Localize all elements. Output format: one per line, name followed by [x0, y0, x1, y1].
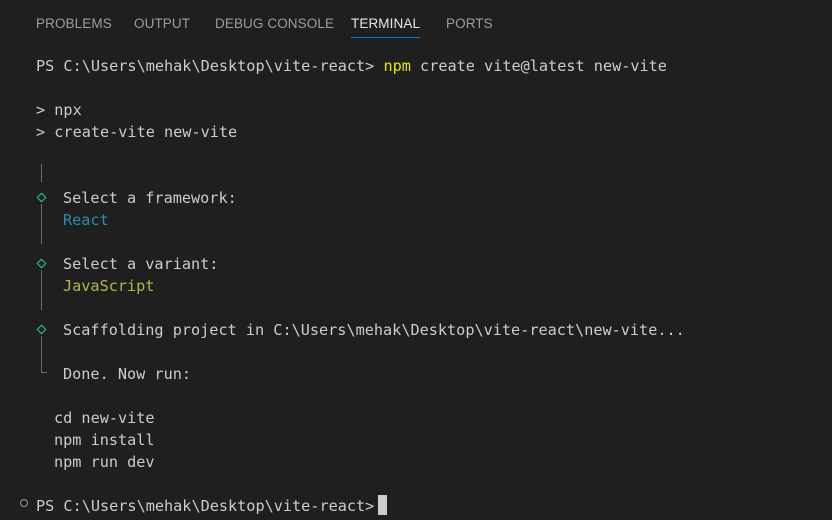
next-step-line: cd new-vite [54, 409, 155, 427]
framework-question: Select a framework: [63, 189, 237, 207]
create-vite-line: > create-vite new-vite [36, 123, 238, 141]
terminal-output[interactable]: PS C:\Users\mehak\Desktop\vite-react> np… [0, 42, 832, 520]
npx-line: > npx [36, 101, 82, 119]
tab-terminal[interactable]: TERMINAL [351, 16, 421, 38]
tab-problems[interactable]: PROBLEMS [36, 16, 112, 31]
final-prompt: PS C:\Users\mehak\Desktop\vite-react> [36, 497, 384, 515]
command-line: PS C:\Users\mehak\Desktop\vite-react> np… [36, 56, 667, 76]
tree-connector [41, 270, 42, 310]
variant-answer: JavaScript [63, 277, 155, 295]
command-args: create vite@latest new-vite [410, 57, 667, 75]
step-done-icon [36, 258, 47, 269]
tab-output[interactable]: OUTPUT [134, 16, 190, 31]
scaffolding-line: Scaffolding project in C:\Users\mehak\De… [63, 321, 685, 339]
command-npm: npm [383, 57, 411, 75]
tab-debug-console[interactable]: DEBUG CONSOLE [215, 16, 334, 31]
command-decoration-circle-icon[interactable] [20, 499, 28, 507]
tree-corner [41, 363, 47, 373]
step-done-icon [36, 324, 47, 335]
variant-question: Select a variant: [63, 255, 219, 273]
tab-ports[interactable]: PORTS [446, 16, 493, 31]
terminal-cursor [378, 495, 387, 515]
panel-tab-bar: PROBLEMS OUTPUT DEBUG CONSOLE TERMINAL P… [0, 0, 832, 42]
next-step-line: npm run dev [54, 453, 155, 471]
tree-connector [41, 204, 42, 244]
framework-answer: React [63, 211, 109, 229]
next-step-line: npm install [54, 431, 155, 449]
prompt: PS C:\Users\mehak\Desktop\vite-react> [36, 57, 384, 75]
tree-connector [41, 164, 42, 182]
done-line: Done. Now run: [63, 365, 192, 383]
step-done-icon [36, 192, 47, 203]
tree-connector [41, 336, 42, 366]
